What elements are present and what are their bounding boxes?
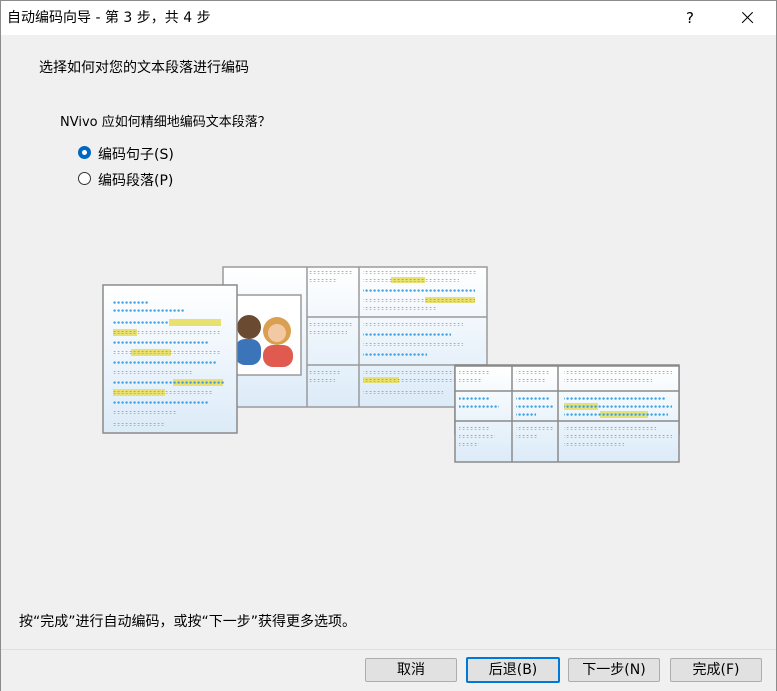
wizard-content: 选择如何对您的文本段落进行编码 NVivo 应如何精细地编码文本段落？ 编码句子… <box>1 35 776 649</box>
footer-hint: 按“完成”进行自动编码，或按“下一步”获得更多选项。 <box>19 614 357 630</box>
step-heading: 选择如何对您的文本段落进行编码 <box>39 60 249 76</box>
radio-button-unselected[interactable] <box>78 172 91 185</box>
radio-label-sentences: 编码句子(S) <box>98 147 174 163</box>
close-button[interactable] <box>723 3 769 33</box>
finish-button[interactable]: 完成(F) <box>670 658 762 682</box>
table-document-icon <box>454 365 680 463</box>
title-bar: 自动编码向导 - 第 3 步，共 4 步 ? <box>1 1 776 35</box>
granularity-question: NVivo 应如何精细地编码文本段落？ <box>60 115 271 130</box>
window-title: 自动编码向导 - 第 3 步，共 4 步 <box>7 10 211 26</box>
back-button[interactable]: 后退(B) <box>466 657 560 683</box>
cancel-button[interactable]: 取消 <box>365 658 457 682</box>
radio-button-selected[interactable] <box>78 146 91 159</box>
wizard-window: 自动编码向导 - 第 3 步，共 4 步 ? 选择如何对您的文本段落进行编码 N… <box>0 0 777 691</box>
button-bar: 取消 后退(B) 下一步(N) 完成(F) <box>1 649 776 691</box>
next-button[interactable]: 下一步(N) <box>568 658 660 682</box>
radio-label-paragraphs: 编码段落(P) <box>98 173 174 189</box>
help-button[interactable]: ? <box>670 3 710 33</box>
